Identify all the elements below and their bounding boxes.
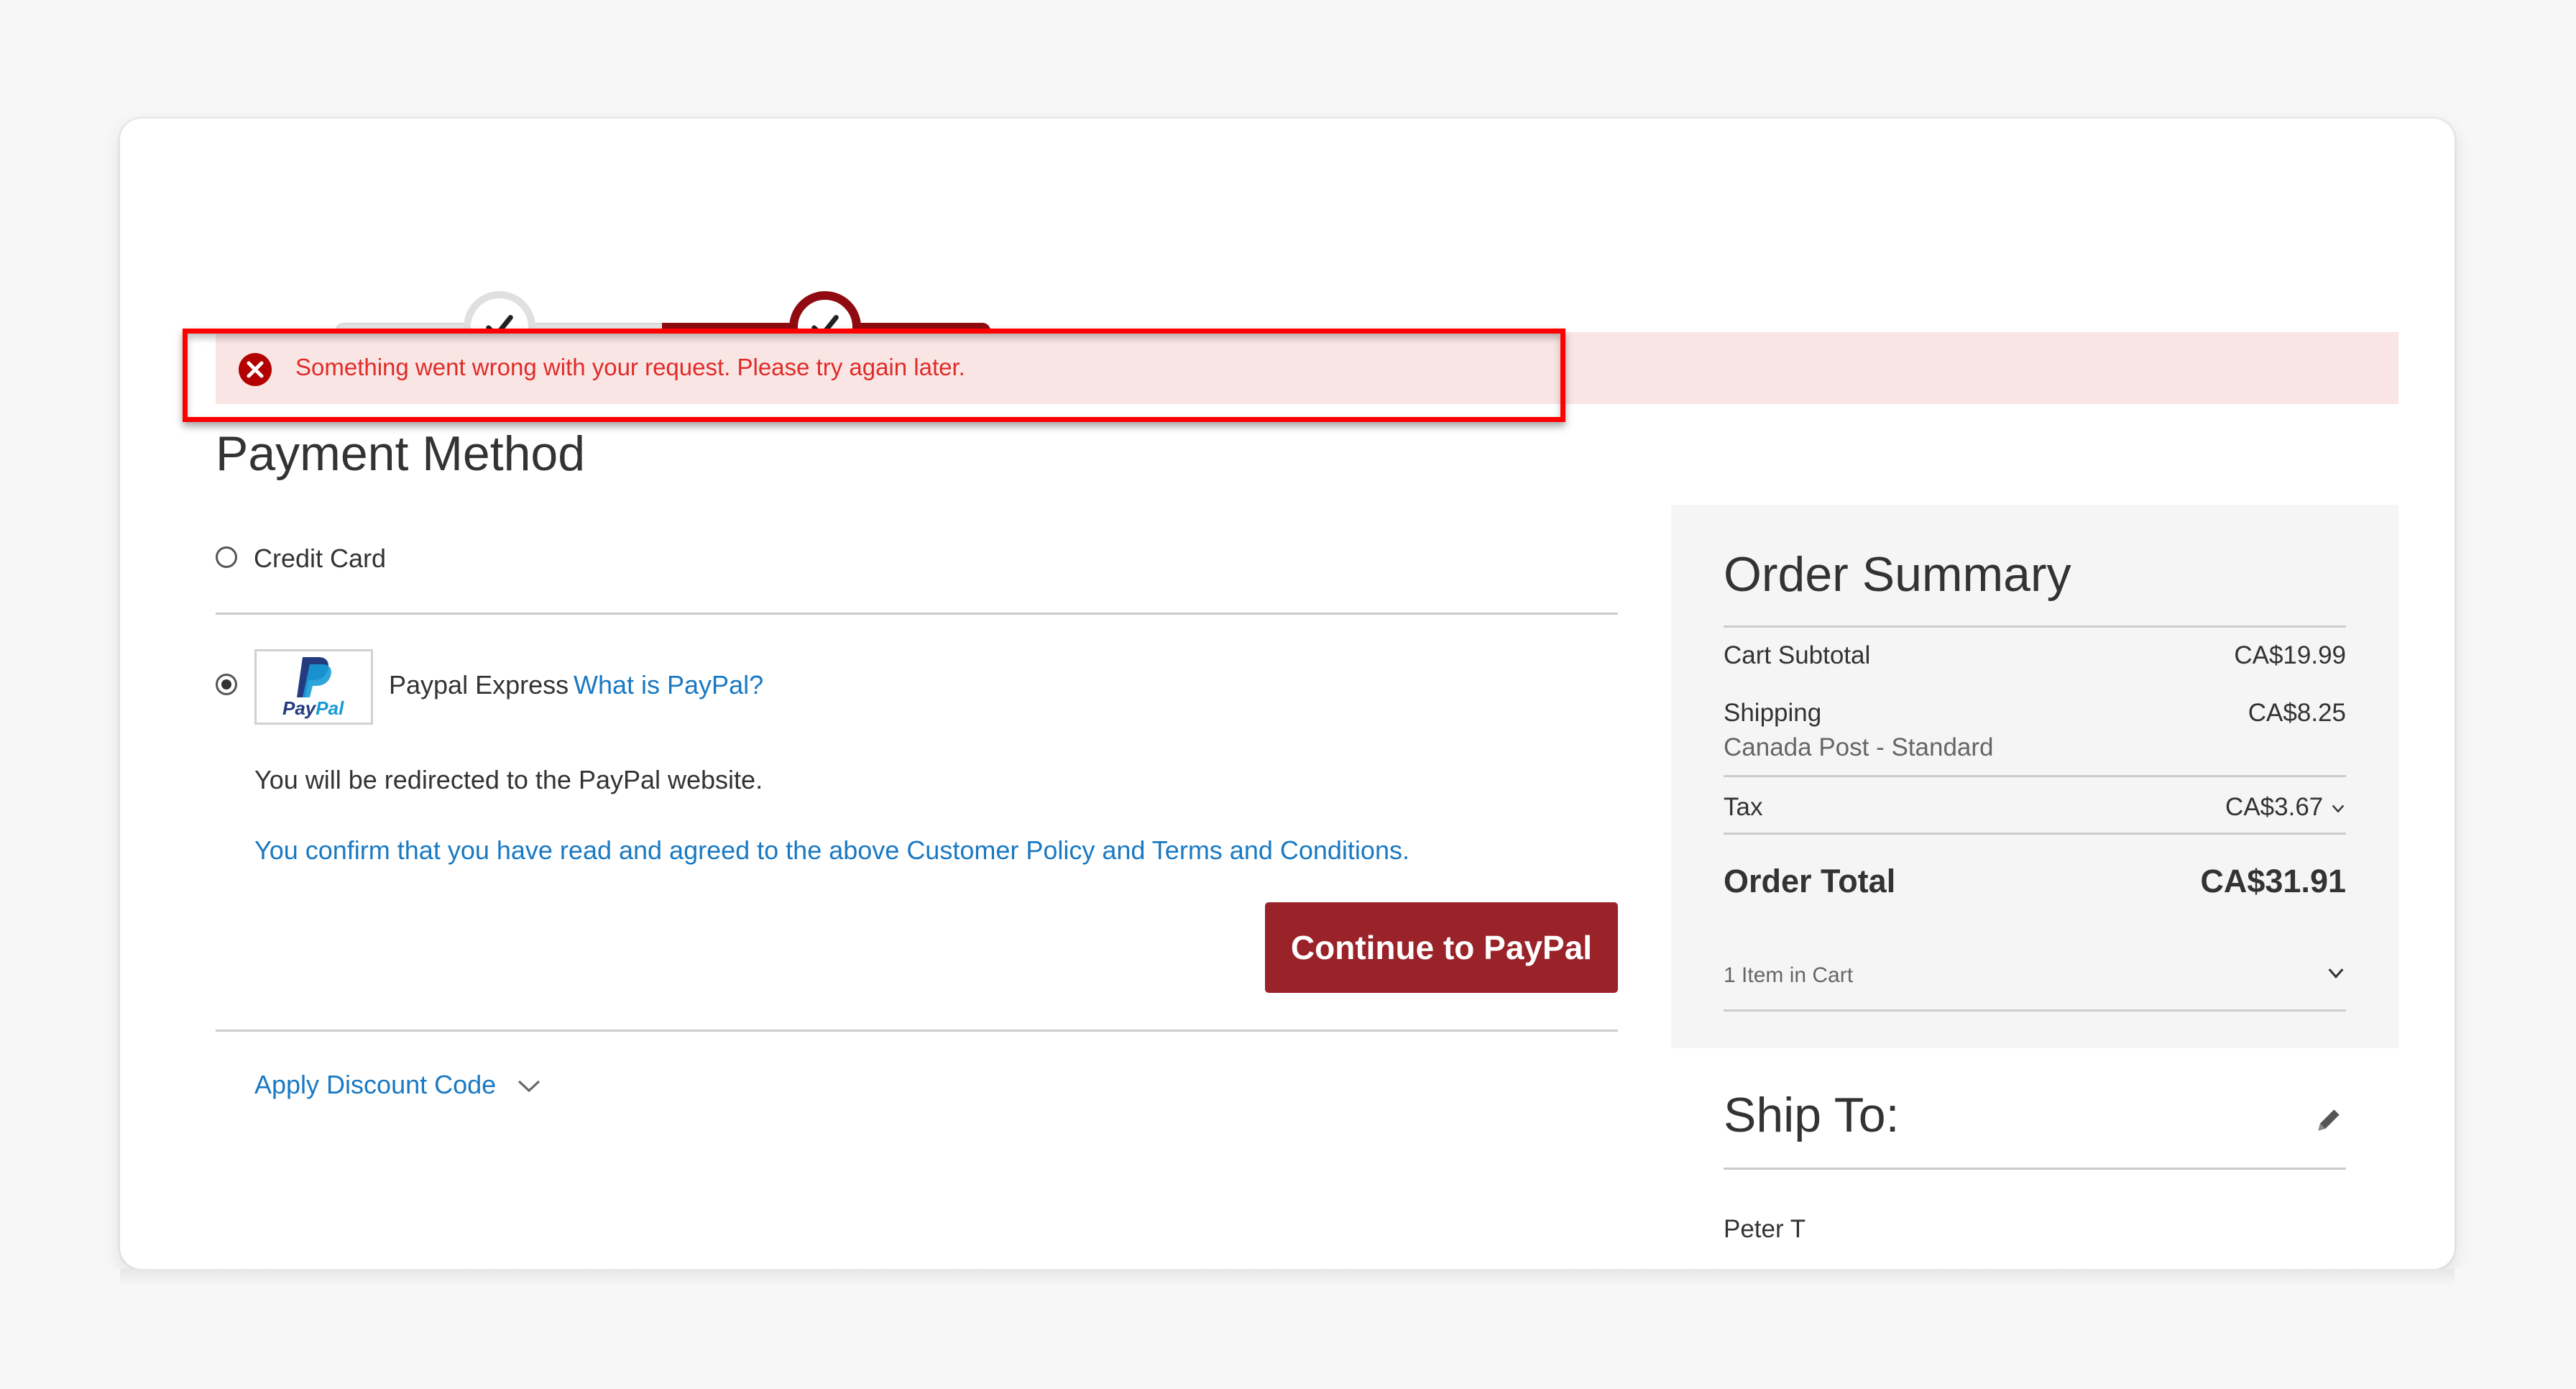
order-total-row: Order Total CA$31.91 [1724, 863, 2346, 900]
credit-card-radio[interactable] [216, 546, 237, 568]
cart-subtotal-row: Cart Subtotal CA$19.99 [1724, 641, 2346, 670]
summary-divider [1724, 833, 2346, 835]
redirect-note: You will be redirected to the PayPal web… [254, 765, 763, 794]
items-in-cart-toggle[interactable]: 1 Item in Cart [1724, 963, 2346, 988]
paypal-express-radio[interactable] [216, 674, 237, 695]
discount-divider [216, 1030, 1618, 1032]
tax-value-wrap[interactable]: CA$3.67 [2225, 793, 2346, 822]
tax-row[interactable]: Tax CA$3.67 [1724, 793, 2346, 822]
items-in-cart-label[interactable]: 1 Item in Cart [1724, 963, 1853, 988]
paypal-wordmark: PayPal [282, 697, 344, 720]
chevron-down-icon[interactable] [2330, 801, 2346, 817]
pencil-edit-icon[interactable] [2313, 1104, 2345, 1136]
ship-to-divider [1724, 1168, 2346, 1170]
payment-divider [216, 613, 1618, 615]
paypal-wordmark-pay: Pay [282, 697, 316, 719]
shipping-row: Shipping CA$8.25 [1724, 699, 2346, 728]
annotation-highlight-box [183, 329, 1565, 422]
paypal-wordmark-pal: Pal [316, 697, 344, 719]
what-is-paypal-link[interactable]: What is PayPal? [574, 670, 763, 700]
chevron-down-icon[interactable] [2326, 963, 2346, 984]
payment-method-title: Payment Method [216, 426, 586, 481]
ship-to-name: Peter T [1724, 1215, 1806, 1243]
cart-subtotal-label: Cart Subtotal [1724, 641, 1871, 669]
shipping-value: CA$8.25 [2248, 699, 2346, 727]
paypal-express-label[interactable]: Paypal Express [389, 670, 569, 700]
order-total-label: Order Total [1724, 863, 1896, 899]
apply-discount-code-toggle[interactable]: Apply Discount Code [254, 1070, 496, 1100]
tax-label: Tax [1724, 793, 1763, 821]
shipping-label: Shipping [1724, 699, 1822, 727]
summary-divider [1724, 1009, 2346, 1012]
shipping-method: Canada Post - Standard [1724, 733, 1994, 761]
chevron-down-icon[interactable] [516, 1077, 542, 1094]
agreement-link[interactable]: You confirm that you have read and agree… [254, 835, 1409, 866]
paypal-p-icon [297, 657, 331, 697]
order-total-value: CA$31.91 [2200, 863, 2346, 899]
summary-divider [1724, 775, 2346, 777]
order-summary-title: Order Summary [1724, 547, 2071, 602]
paypal-logo: PayPal [254, 649, 373, 725]
credit-card-label[interactable]: Credit Card [254, 544, 386, 574]
summary-divider [1724, 625, 2346, 628]
ship-to-title: Ship To: [1724, 1088, 1900, 1142]
tax-value: CA$3.67 [2225, 793, 2324, 821]
continue-to-paypal-button[interactable]: Continue to PayPal [1265, 902, 1618, 993]
card-shadow [120, 1269, 2455, 1286]
page-background-bottom [0, 1269, 2576, 1389]
cart-subtotal-value: CA$19.99 [2234, 641, 2346, 669]
